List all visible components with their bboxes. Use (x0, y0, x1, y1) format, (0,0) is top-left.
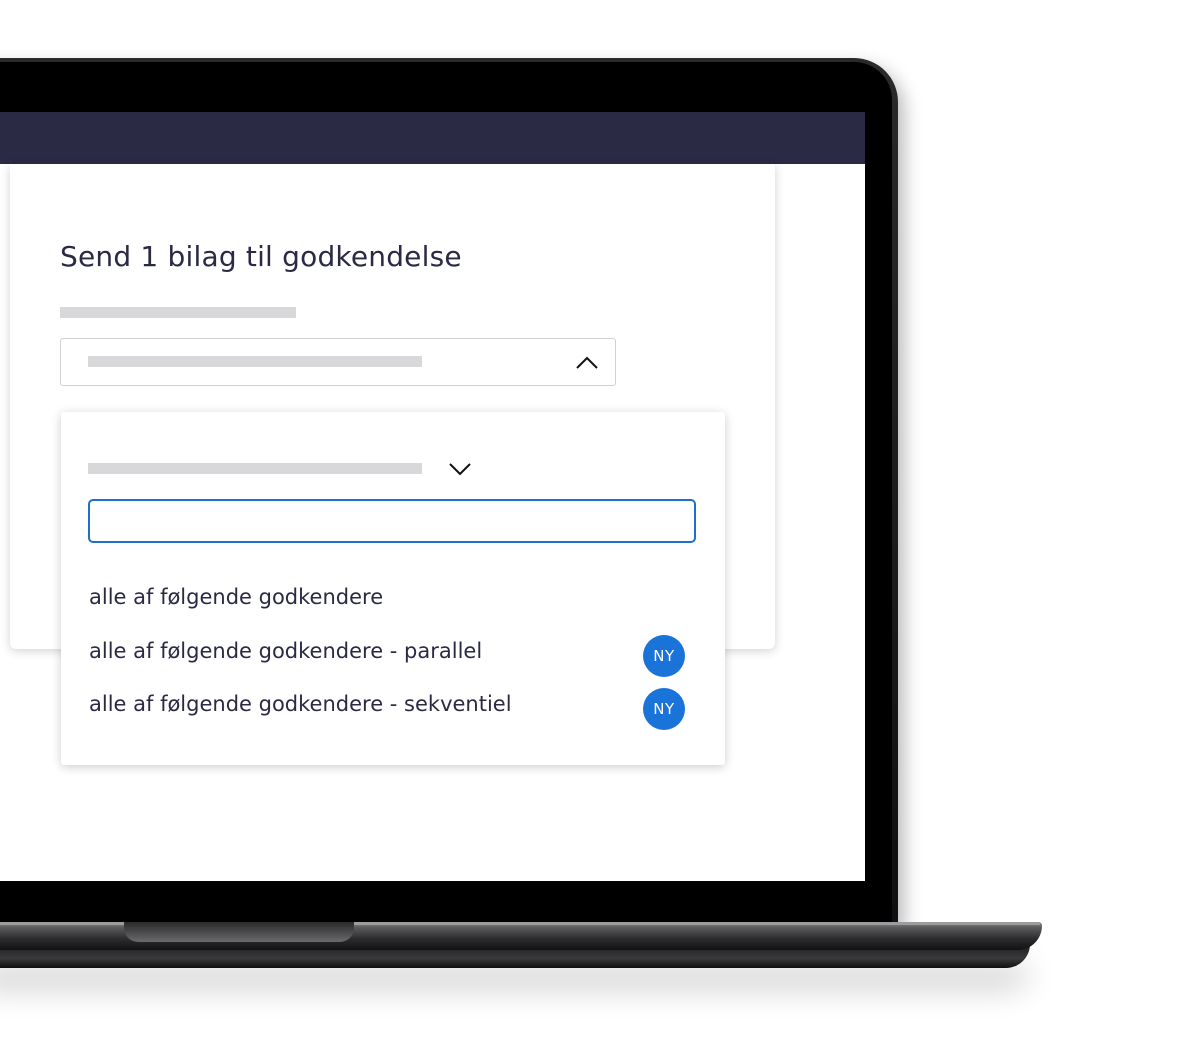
screen: Send 1 bilag til godkendelse alle af føl… (0, 112, 865, 881)
new-badge: NY (643, 635, 685, 677)
option-all-approvers[interactable]: alle af følgende godkendere (89, 579, 699, 619)
top-navigation-bar (0, 112, 865, 164)
chevron-up-icon[interactable] (575, 351, 599, 375)
option-label: alle af følgende godkendere (89, 585, 384, 609)
new-badge: NY (643, 688, 685, 730)
chevron-down-icon[interactable] (448, 457, 472, 481)
option-label: alle af følgende godkendere - sekventiel (89, 692, 512, 716)
option-label: alle af følgende godkendere - parallel (89, 639, 483, 663)
stage: Send 1 bilag til godkendelse alle af føl… (0, 0, 1180, 1040)
field-label-placeholder (60, 307, 296, 318)
dropdown-search-input[interactable] (88, 499, 696, 543)
approval-type-dropdown: alle af følgende godkendere alle af følg… (61, 412, 725, 765)
option-all-approvers-parallel[interactable]: alle af følgende godkendere - parallel N… (89, 633, 699, 677)
option-all-approvers-sequential[interactable]: alle af følgende godkendere - sekventiel… (89, 686, 699, 730)
laptop-notch (124, 922, 354, 942)
dialog-title: Send 1 bilag til godkendelse (60, 240, 462, 273)
dropdown-group-placeholder (88, 463, 422, 474)
approval-type-select[interactable] (60, 338, 616, 386)
select-value-placeholder (88, 356, 422, 367)
